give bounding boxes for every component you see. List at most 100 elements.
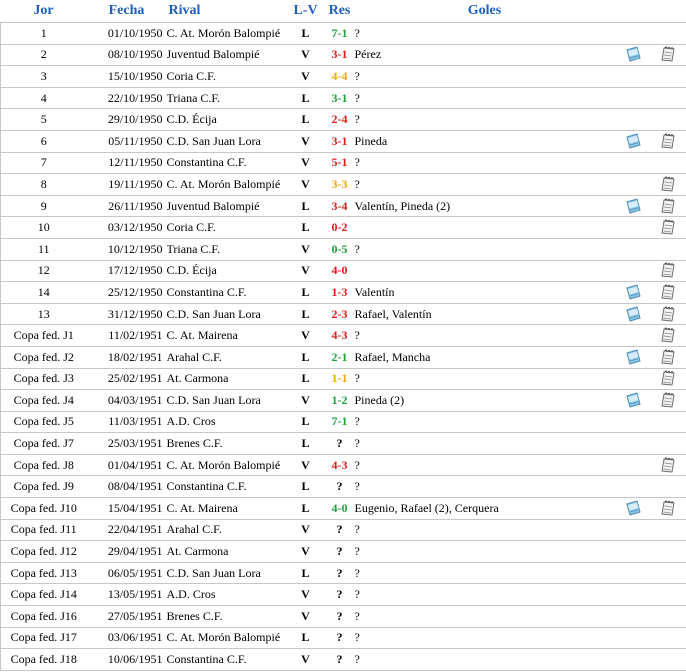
notepad-icon[interactable] [660, 457, 677, 474]
cell-rival: C. At. Morón Balompié [166, 453, 285, 476]
cell-rival: Brenes C.F. [166, 432, 285, 455]
notepad-icon[interactable] [660, 370, 677, 387]
cell-jor: Copa fed. J11 [0, 518, 87, 541]
cell-chronicle [616, 540, 651, 563]
cell-chronicle[interactable] [616, 194, 651, 217]
cell-chronicle[interactable] [616, 345, 651, 368]
cell-lineup [650, 475, 686, 498]
cell-lineup [650, 583, 686, 606]
cell-goles: Valentín [352, 281, 617, 304]
notepad-icon[interactable] [660, 219, 677, 236]
newspaper-icon[interactable] [625, 46, 642, 63]
cell-chronicle [616, 583, 651, 606]
cell-lineup [650, 237, 686, 261]
cell-lineup[interactable] [650, 216, 686, 239]
cell-goles: ? [352, 367, 617, 390]
notepad-icon[interactable] [660, 349, 677, 366]
cell-chronicle[interactable] [616, 43, 651, 66]
cell-chronicle[interactable] [616, 302, 651, 325]
table-row: Copa fed. J2 18/02/1951 Arahal C.F. L 2-1 Raf… [0, 345, 686, 368]
cell-fecha: 29/04/1951 [86, 540, 167, 563]
cell-chronicle [616, 518, 651, 541]
cell-rival: A.D. Cros [166, 583, 285, 606]
header-res: Res [326, 0, 353, 23]
cell-lineup[interactable] [650, 345, 686, 368]
cell-lv: V [284, 605, 327, 628]
notepad-icon[interactable] [660, 327, 677, 344]
cell-lineup[interactable] [650, 129, 686, 153]
newspaper-icon[interactable] [625, 500, 642, 517]
cell-fecha: 12/11/1950 [86, 151, 167, 174]
cell-goles: ? [352, 22, 617, 45]
cell-goles: Rafael, Valentín [352, 302, 617, 325]
cell-goles: ? [352, 648, 617, 671]
cell-res: ? [326, 540, 353, 563]
cell-res: ? [326, 583, 353, 606]
cell-lv: L [284, 410, 327, 433]
cell-goles: ? [352, 86, 617, 109]
cell-chronicle[interactable] [616, 129, 651, 153]
cell-lv: V [284, 65, 327, 88]
cell-lineup[interactable] [650, 367, 686, 390]
newspaper-icon[interactable] [625, 349, 642, 366]
cell-lineup[interactable] [650, 453, 686, 476]
cell-lv: L [284, 561, 327, 584]
cell-fecha: 29/10/1950 [86, 108, 167, 131]
cell-rival: Brenes C.F. [166, 605, 285, 628]
newspaper-icon[interactable] [625, 284, 642, 301]
cell-chronicle [616, 173, 651, 196]
cell-jor: 1 [0, 22, 87, 45]
notepad-icon[interactable] [660, 46, 677, 63]
cell-lineup[interactable] [650, 324, 686, 347]
cell-lv: V [284, 540, 327, 563]
cell-lv: V [284, 389, 327, 412]
cell-lv: V [284, 259, 327, 282]
header-icon-col-2 [650, 0, 686, 23]
cell-fecha: 10/12/1950 [86, 237, 167, 261]
cell-lineup[interactable] [650, 259, 686, 282]
cell-rival: Constantina C.F. [166, 151, 285, 174]
newspaper-icon[interactable] [625, 133, 642, 150]
cell-lineup[interactable] [650, 389, 686, 412]
cell-lineup[interactable] [650, 281, 686, 304]
cell-jor: 7 [0, 151, 87, 174]
cell-goles: ? [352, 583, 617, 606]
cell-chronicle[interactable] [616, 497, 651, 520]
cell-lineup[interactable] [650, 302, 686, 325]
cell-lv: V [284, 518, 327, 541]
cell-lineup[interactable] [650, 194, 686, 217]
cell-lineup[interactable] [650, 173, 686, 196]
cell-lineup[interactable] [650, 43, 686, 66]
cell-fecha: 22/04/1951 [86, 518, 167, 541]
cell-lv: L [284, 22, 327, 45]
cell-res: ? [326, 518, 353, 541]
newspaper-icon[interactable] [625, 197, 642, 215]
cell-fecha: 31/12/1950 [86, 302, 167, 325]
notepad-icon[interactable] [660, 262, 677, 279]
cell-res: 0-2 [326, 216, 353, 239]
table-row: Copa fed. J7 25/03/1951 Brenes C.F. L?? [0, 432, 686, 455]
cell-chronicle[interactable] [616, 389, 651, 412]
notepad-icon[interactable] [660, 133, 677, 150]
cell-rival: Coria C.F. [166, 216, 285, 239]
notepad-icon[interactable] [660, 500, 677, 517]
cell-goles: Rafael, Mancha [352, 345, 617, 368]
header-row: Jor Fecha Rival L-V Res Goles [0, 0, 686, 23]
cell-lineup [650, 540, 686, 563]
notepad-icon[interactable] [660, 284, 677, 301]
notepad-icon[interactable] [660, 392, 677, 409]
notepad-icon[interactable] [660, 198, 677, 215]
cell-chronicle[interactable] [616, 281, 651, 304]
cell-fecha: 11/03/1951 [86, 410, 167, 433]
table-row: Copa fed. J5 11/03/1951 A.D. Cros L 7-1? [0, 410, 686, 433]
notepad-icon[interactable] [660, 306, 677, 323]
notepad-icon[interactable] [660, 176, 677, 193]
cell-lineup[interactable] [650, 497, 686, 520]
cell-res: 7-1 [326, 22, 353, 45]
table-row: 9 26/11/1950 Juventud Balompié L 3-4 Valentín… [0, 194, 686, 217]
cell-lv: L [284, 475, 327, 498]
cell-lineup [650, 432, 686, 455]
newspaper-icon[interactable] [625, 392, 642, 409]
newspaper-icon[interactable] [625, 305, 642, 323]
cell-lv: L [284, 108, 327, 131]
